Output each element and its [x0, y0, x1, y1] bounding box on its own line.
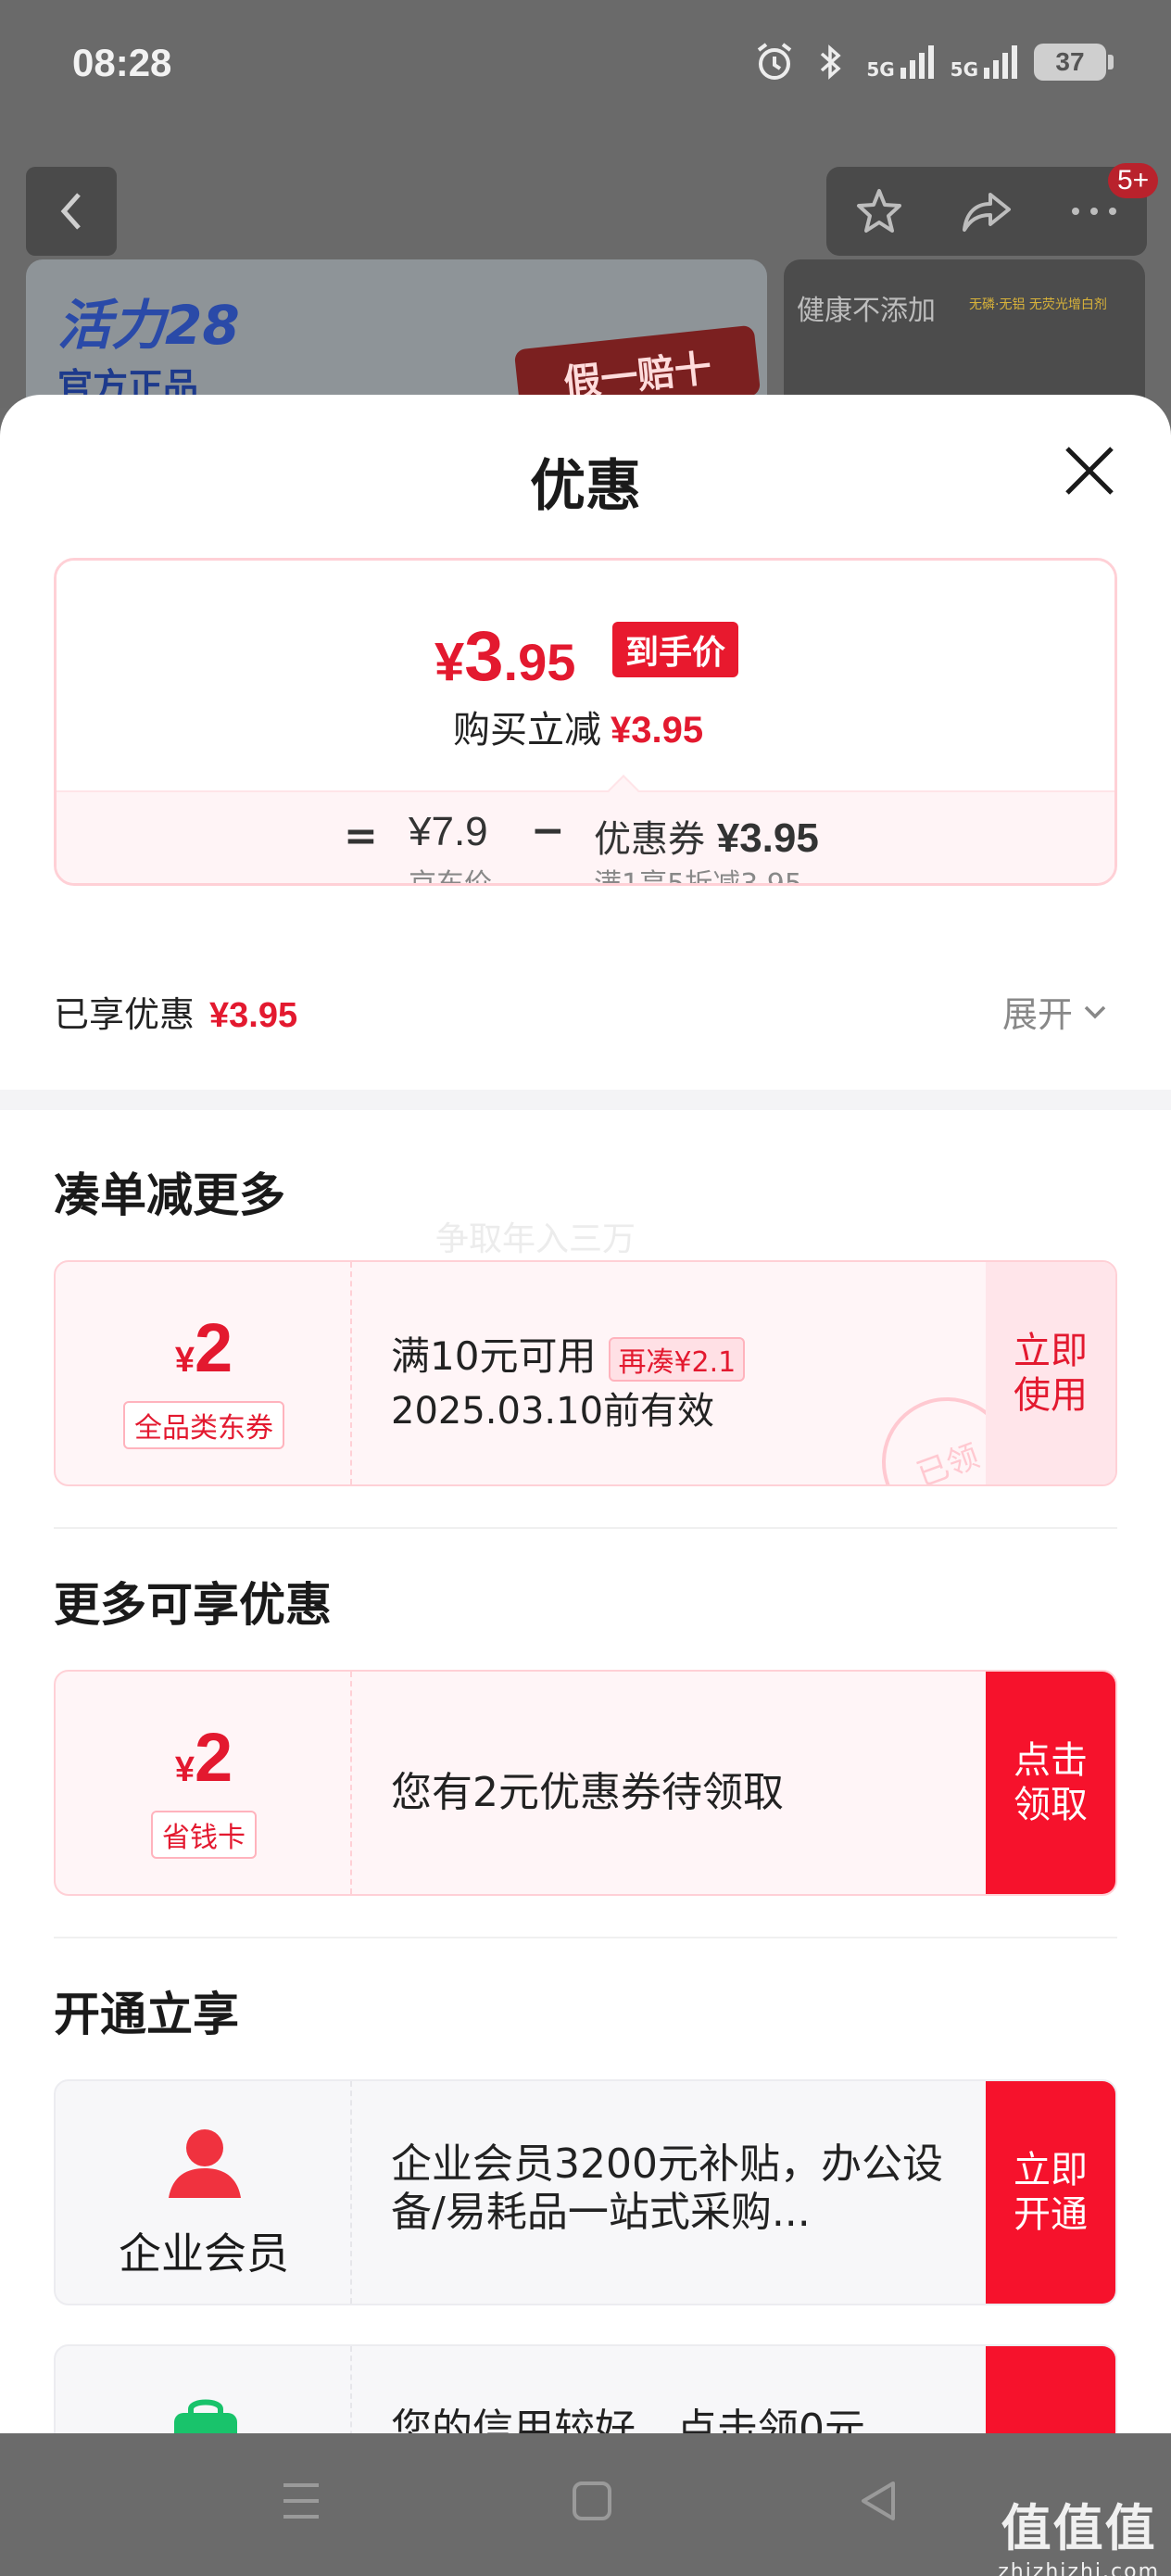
product-banner: 活力28 官方正品 假一赔十 [26, 259, 767, 408]
alarm-icon [758, 43, 792, 80]
coupon-expiry: 2025.03.10前有效 [391, 1390, 715, 1433]
top-actions [826, 167, 1147, 256]
expand-button[interactable]: 展开 [1002, 986, 1108, 1037]
close-icon[interactable] [1062, 443, 1117, 499]
status-time: 08:28 [72, 41, 172, 84]
coupon-condition: 满10元可用 再凑¥2.1 [391, 1325, 746, 1382]
credit-desc: 您的信用较好，点击领0元... [391, 2406, 904, 2433]
section-title-activate: 开通立享 [54, 1988, 239, 2041]
member-desc: 企业会员3200元补贴，办公设备/易耗品一站式采购... [391, 2140, 943, 2236]
coupon-kind: 省钱卡 [151, 1811, 257, 1859]
site-watermark: 值值值 zhizhizhi.com [998, 2487, 1160, 2576]
section-title-bundle: 凑单减更多 [54, 1168, 285, 1222]
final-price: ¥3.95 [434, 617, 576, 696]
credit-activate-button[interactable]: 立即 [986, 2346, 1115, 2433]
section-title-more: 更多可享优惠 [54, 1578, 332, 1632]
system-nav-bar [0, 2433, 1171, 2576]
enjoyed-discount: 已享优惠 ¥3.95 [54, 994, 298, 1035]
coupon-amount: ¥2 [174, 1719, 233, 1796]
menu-icon[interactable] [280, 2478, 322, 2524]
price-breakdown-card: ¥3.95 到手价 购买立减 ¥3.95 = ¥7.9 京东价 − 优惠券 ¥3.… [54, 558, 1117, 886]
site-watermark-url: zhizhizhi.com [998, 2560, 1160, 2576]
share-icon[interactable] [959, 185, 1014, 237]
coupon-kind: 全品类东券 [123, 1401, 284, 1449]
use-now-button[interactable]: 立即 使用 [986, 1262, 1115, 1484]
member-name: 企业会员 [119, 2229, 289, 2279]
battery-icon: 37 [1034, 44, 1114, 81]
enterprise-member-card: 企业会员 企业会员3200元补贴，办公设备/易耗品一站式采购... 立即 开通 [54, 2079, 1117, 2305]
user-icon [169, 2129, 241, 2198]
coupon-deduction-desc: 满1享5折减3.95 [594, 868, 802, 886]
claim-button[interactable]: 点击 领取 [986, 1672, 1115, 1894]
chevron-left-icon [60, 193, 81, 230]
more-icon[interactable] [1068, 202, 1120, 221]
minus-sign: − [531, 807, 565, 854]
equals-sign: = [344, 813, 378, 860]
buy-reduce: 购买立减 ¥3.95 [453, 709, 704, 751]
banner-right-tag: 无磷·无铝 无荧光增白剂 [969, 297, 1107, 312]
credit-card: 您的信用较好，点击领0元... 立即 [54, 2344, 1117, 2433]
shopping-bag-icon [174, 2399, 237, 2433]
home-icon[interactable] [571, 2478, 613, 2524]
section-divider [0, 1090, 1171, 1110]
coupon-amount: ¥2 [174, 1309, 233, 1386]
product-banner-2: 健康不添加 无磷·无铝 无荧光增白剂 [784, 259, 1145, 408]
back-nav-icon[interactable] [858, 2478, 900, 2524]
bundle-coupon: ¥2 全品类东券 满10元可用 再凑¥2.1 2025.03.10前有效 已领 立… [54, 1260, 1117, 1486]
site-watermark-logo: 值值值 [1001, 2499, 1157, 2557]
bluetooth-icon [821, 44, 841, 80]
coupon-extra: 再凑¥2.1 [609, 1336, 746, 1382]
battery-level: 37 [1055, 47, 1085, 76]
discount-sheet: 优惠 ¥3.95 到手价 购买立减 ¥3.95 = ¥7.9 京东价 − 优惠券 … [0, 395, 1171, 2433]
message-badge[interactable]: 5+ [1108, 163, 1159, 198]
coupon-deduction: 优惠券 ¥3.95 [594, 815, 819, 861]
status-bar: 08:28 5G 5G 37 [0, 0, 1171, 139]
watermark-text: 争取年入三万 [435, 1220, 636, 1258]
jd-price: ¥7.9 [409, 809, 488, 854]
chevron-down-icon [1084, 1005, 1106, 1018]
sheet-title: 优惠 [530, 454, 641, 519]
back-button[interactable] [26, 167, 117, 256]
activate-button[interactable]: 立即 开通 [986, 2081, 1115, 2304]
star-icon[interactable] [853, 185, 905, 237]
coupon-text: 您有2元优惠券待领取 [391, 1769, 784, 1816]
savings-card-coupon: ¥2 省钱卡 您有2元优惠券待领取 点击 领取 [54, 1670, 1117, 1896]
jd-price-label: 京东价 [409, 868, 492, 886]
status-icons: 5G 5G 37 [753, 41, 1114, 83]
brand-logo: 活力28 [57, 294, 240, 357]
banner-right-title: 健康不添加 [797, 295, 936, 327]
final-price-tag: 到手价 [612, 622, 739, 677]
signal-icon-2: 5G [951, 45, 1017, 79]
signal-icon-1: 5G [866, 45, 934, 79]
